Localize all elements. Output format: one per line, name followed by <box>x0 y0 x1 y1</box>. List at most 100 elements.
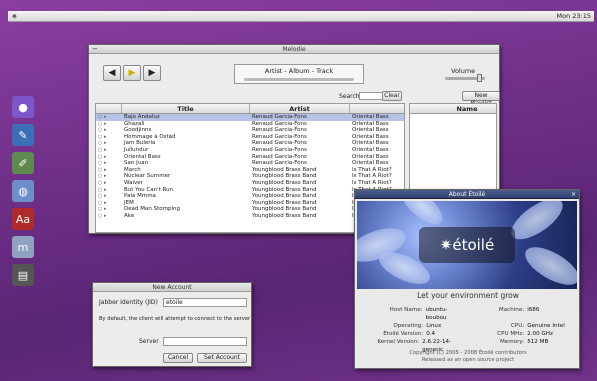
track-title: San Juan <box>124 160 149 167</box>
track-row[interactable]: ○ ▸ Hommage à Ostâd Renaud Garcia-Fons Orie… <box>96 134 404 141</box>
row-checkbox[interactable]: ○ ▸ <box>96 121 122 128</box>
new-playlist-button[interactable]: New Playlist <box>462 91 500 107</box>
row-checkbox[interactable]: ○ ▸ <box>96 173 122 180</box>
row-checkbox[interactable]: ○ ▸ <box>96 134 122 141</box>
track-artist: Renaud Garcia-Fons <box>252 146 307 153</box>
track-album: Oriental Bass <box>352 114 389 120</box>
row-checkbox[interactable]: ○ ▸ <box>96 167 122 174</box>
column-header-title[interactable]: Title <box>122 104 250 113</box>
track-title: Hommage à Ostâd <box>124 133 176 140</box>
window-title: Melodie <box>282 46 306 53</box>
track-row[interactable]: ○ ▸ Oriental Bass Renaud Garcia-Fons Orient… <box>96 154 404 161</box>
info-key: CPU MHz: <box>497 331 525 337</box>
column-header-album[interactable] <box>350 104 404 113</box>
track-row[interactable]: ○ ▸ Bajo Andaluz Renaud Garcia-Fons Orienta… <box>96 114 404 121</box>
play-button[interactable]: ▶ <box>123 65 141 81</box>
jabber-id-field[interactable]: etoile <box>163 298 247 307</box>
info-key: Étoilé Version: <box>383 331 424 337</box>
row-checkbox[interactable]: ○ ▸ <box>96 114 122 121</box>
minimize-icon[interactable]: − <box>92 45 98 54</box>
track-artist: Renaud Garcia-Fons <box>252 153 307 160</box>
track-title: Jam Buleria <box>124 140 156 147</box>
track-title: Ghazali <box>124 120 145 127</box>
clear-button[interactable]: Clear <box>382 91 402 101</box>
track-row[interactable]: ○ ▸ Jam Buleria Renaud Garcia-Fons Oriental… <box>96 140 404 147</box>
system-info-entry: Étoilé Version: 0.4 <box>373 330 468 338</box>
play-icon: ▶ <box>128 68 136 78</box>
track-title: But You Can't Run <box>124 186 174 193</box>
close-icon[interactable]: × <box>571 190 576 199</box>
dock-shell-icon[interactable]: ✎ <box>12 124 34 146</box>
volume-knob[interactable] <box>477 74 482 82</box>
rewind-icon: ◀ <box>108 68 116 78</box>
track-row[interactable]: ○ ▸ Waiver Youngblood Brass Band Is That A … <box>96 180 404 187</box>
row-checkbox[interactable]: ○ ▸ <box>96 187 122 194</box>
track-title: Ake <box>124 212 135 219</box>
row-checkbox[interactable]: ○ ▸ <box>96 200 122 207</box>
about-tagline: Let your environment grow <box>417 291 519 300</box>
dock-globe-icon[interactable]: ◍ <box>12 180 34 202</box>
server-field[interactable] <box>163 337 247 346</box>
playlist-header-spacer <box>410 104 438 113</box>
track-artist: Youngblood Brass Band <box>252 179 317 186</box>
new-account-window: New Account Jabber Identity (JID) etoile… <box>92 282 252 367</box>
info-value: ubuntu-boubou <box>425 307 448 321</box>
row-checkbox[interactable]: ○ ▸ <box>96 160 122 167</box>
column-header-status[interactable] <box>96 104 122 113</box>
info-value: Genuine Intel <box>527 323 565 329</box>
track-table-header: Title Artist <box>96 104 404 114</box>
row-checkbox[interactable]: ○ ▸ <box>96 206 122 213</box>
row-checkbox[interactable]: ○ ▸ <box>96 154 122 161</box>
account-titlebar[interactable]: New Account <box>93 283 251 292</box>
track-artist: Youngblood Brass Band <box>252 212 317 219</box>
track-album: Is That A Riot? <box>352 166 392 173</box>
playlist-name-header[interactable]: Name <box>438 104 496 113</box>
track-row[interactable]: ○ ▸ Ghazali Renaud Garcia-Fons Oriental Bas… <box>96 121 404 128</box>
forward-icon: ▶ <box>148 68 156 78</box>
row-checkbox[interactable]: ○ ▸ <box>96 140 122 147</box>
system-info: Host Name: ubuntu-boubou Machine: i686 Opera… <box>373 306 569 354</box>
row-checkbox[interactable]: ○ ▸ <box>96 127 122 134</box>
dock-dictionary-icon[interactable]: Aa <box>12 208 34 230</box>
about-titlebar[interactable]: About Étoilé × <box>355 190 579 199</box>
track-album: Oriental Bass <box>352 133 389 140</box>
volume-label: Volume <box>451 67 476 75</box>
track-artist: Youngblood Brass Band <box>252 186 317 193</box>
dock-chat-icon[interactable]: m <box>12 236 34 258</box>
track-row[interactable]: ○ ▸ San Juan Renaud Garcia-Fons Oriental Ba… <box>96 160 404 167</box>
track-album: Is That A Riot? <box>352 179 392 186</box>
row-checkbox[interactable]: ○ ▸ <box>96 147 122 154</box>
dock-orb-icon[interactable]: ● <box>12 96 34 118</box>
track-album: Oriental Bass <box>352 140 389 147</box>
melodie-titlebar[interactable]: − Melodie <box>89 45 499 54</box>
system-info-entry: CPU: Genuine Intel <box>474 322 569 330</box>
row-checkbox[interactable]: ○ ▸ <box>96 213 122 220</box>
next-button[interactable]: ▶ <box>143 65 161 81</box>
dock-paint-icon[interactable]: ✐ <box>12 152 34 174</box>
system-info-entry: CPU MHz: 2.00 GHz <box>474 330 569 338</box>
track-artist: Renaud Garcia-Fons <box>252 114 307 120</box>
info-value: Linux <box>426 323 442 329</box>
previous-button[interactable]: ◀ <box>103 65 121 81</box>
dock-printer-icon[interactable]: ▤ <box>12 264 34 286</box>
track-row[interactable]: ○ ▸ Nuclear Summer Youngblood Brass Band Is… <box>96 173 404 180</box>
track-album: Oriental Bass <box>352 160 389 167</box>
track-artist: Youngblood Brass Band <box>252 199 317 206</box>
track-row[interactable]: ○ ▸ March Youngblood Brass Band Is That A R… <box>96 167 404 174</box>
info-key: Operating: <box>393 323 424 329</box>
cancel-button[interactable]: Cancel <box>163 353 193 363</box>
copyright-line: Copyright (C) 2005 - 2008 Étoilé contrib… <box>409 350 527 356</box>
set-account-button[interactable]: Set Account <box>197 353 247 363</box>
row-checkbox[interactable]: ○ ▸ <box>96 193 122 200</box>
column-header-artist[interactable]: Artist <box>250 104 350 113</box>
track-progress-bar[interactable] <box>244 78 354 81</box>
track-row[interactable]: ○ ▸ Jullundur Renaud Garcia-Fons Oriental B… <box>96 147 404 154</box>
track-row[interactable]: ○ ▸ Goodjinns Renaud Garcia-Fons Oriental B… <box>96 127 404 134</box>
star-icon[interactable]: ✷ <box>11 11 18 22</box>
about-title: About Étoilé <box>448 191 486 198</box>
info-value: i686 <box>527 307 540 313</box>
track-title: Pala Mmma <box>124 193 156 200</box>
row-checkbox[interactable]: ○ ▸ <box>96 180 122 187</box>
track-artist: Youngblood Brass Band <box>252 173 317 180</box>
track-title: March <box>124 166 141 173</box>
